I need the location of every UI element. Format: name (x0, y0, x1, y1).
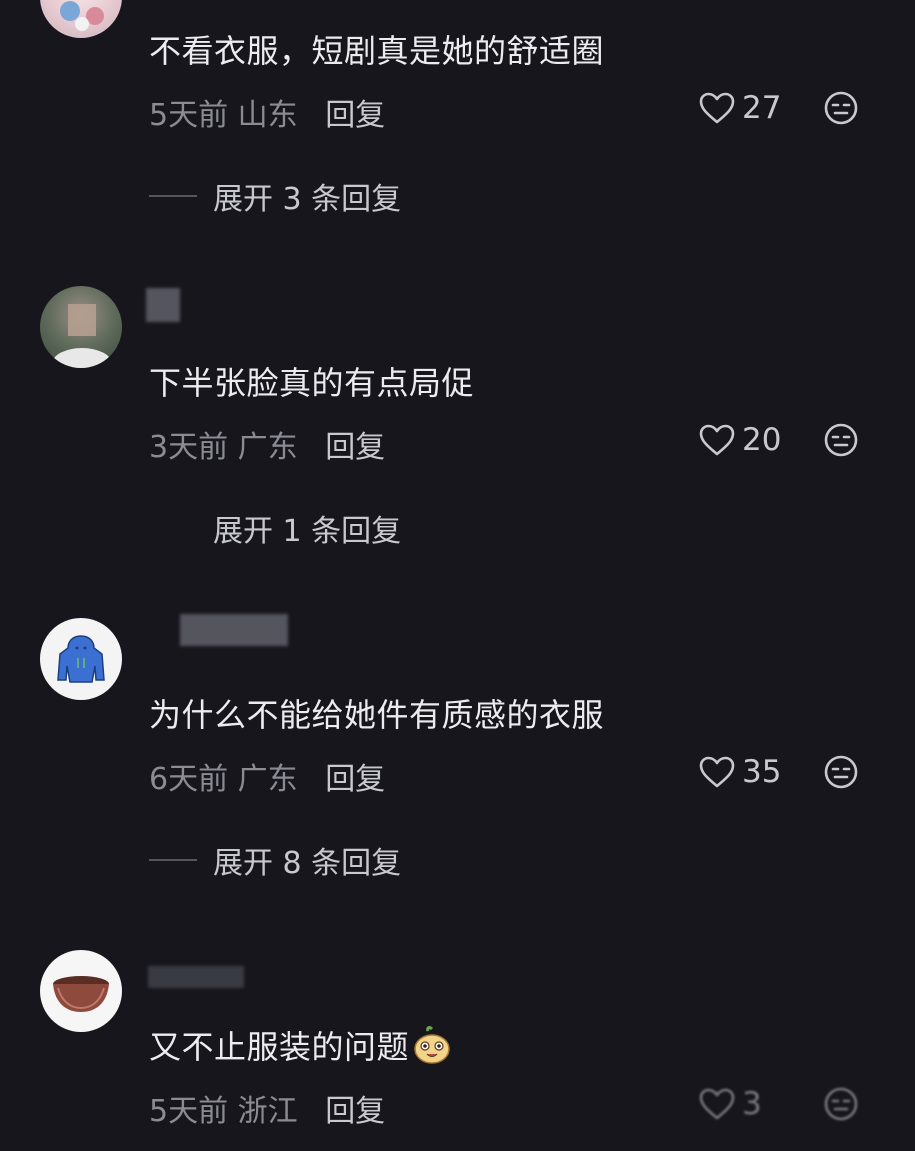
dislike-face-icon (824, 1087, 858, 1121)
avatar[interactable] (40, 618, 122, 700)
comment-time: 5天前 (149, 98, 229, 133)
comment-text: 下半张脸真的有点局促 (149, 364, 475, 402)
dislike-button[interactable] (823, 1086, 859, 1126)
reply-button[interactable]: 回复 (325, 98, 385, 133)
dislike-button[interactable] (823, 422, 859, 462)
comment-location: 山东 (237, 98, 298, 133)
like-count: 3 (742, 1086, 762, 1122)
comment-time: 5天前 (149, 1094, 229, 1129)
dislike-face-icon (824, 91, 858, 125)
emoji-face-icon (414, 1026, 450, 1064)
comment-location: 广东 (237, 430, 298, 465)
like-count: 20 (742, 422, 782, 458)
heart-outline-icon (699, 1088, 735, 1120)
dislike-button[interactable] (823, 754, 859, 794)
comment-meta: 6天前 广东 回复 (149, 754, 385, 798)
expand-replies-label: 展开 8 条回复 (213, 846, 402, 881)
like-count: 27 (742, 90, 782, 126)
comment-text-content: 又不止服装的问题 (149, 1028, 410, 1066)
comment-meta: 5天前 浙江 回复 (149, 1086, 385, 1130)
comment-time: 6天前 (149, 762, 229, 797)
like-button[interactable]: 35 (698, 754, 781, 790)
username-redacted (148, 966, 244, 988)
reply-button[interactable]: 回复 (325, 762, 385, 797)
dislike-face-icon (824, 755, 858, 789)
expand-replies-button[interactable]: 展开 8 条回复 (149, 838, 401, 882)
username-redacted (180, 614, 288, 646)
comment-text: 为什么不能给她件有质感的衣服 (149, 696, 605, 734)
divider-line (149, 859, 197, 861)
expand-replies-button[interactable]: 展开 1 条回复 (149, 506, 401, 550)
divider-line (149, 195, 197, 197)
dislike-face-icon (824, 423, 858, 457)
comment-location: 浙江 (237, 1094, 298, 1129)
comment-text: 又不止服装的问题 (149, 1022, 453, 1068)
avatar[interactable] (40, 950, 122, 1032)
comment-meta: 3天前 广东 回复 (149, 422, 385, 466)
comment-time: 3天前 (149, 430, 229, 465)
avatar[interactable] (40, 286, 122, 368)
avatar[interactable] (40, 0, 122, 38)
reply-button[interactable]: 回复 (325, 430, 385, 465)
username-redacted (146, 288, 180, 322)
like-count: 35 (742, 754, 782, 790)
heart-outline-icon (699, 756, 735, 788)
expand-replies-label: 展开 1 条回复 (213, 514, 402, 549)
dislike-button[interactable] (823, 90, 859, 130)
like-button[interactable]: 20 (698, 422, 781, 458)
like-button[interactable]: 27 (698, 90, 781, 126)
comment-meta: 5天前 山东 回复 (149, 90, 385, 134)
expand-replies-label: 展开 3 条回复 (213, 182, 402, 217)
comment-location: 广东 (237, 762, 298, 797)
comment-text: 不看衣服，短剧真是她的舒适圈 (149, 32, 605, 70)
reply-button[interactable]: 回复 (325, 1094, 385, 1129)
heart-outline-icon (699, 424, 735, 456)
like-button[interactable]: 3 (698, 1086, 762, 1122)
expand-replies-button[interactable]: 展开 3 条回复 (149, 174, 401, 218)
divider-line (149, 527, 197, 529)
heart-outline-icon (699, 92, 735, 124)
